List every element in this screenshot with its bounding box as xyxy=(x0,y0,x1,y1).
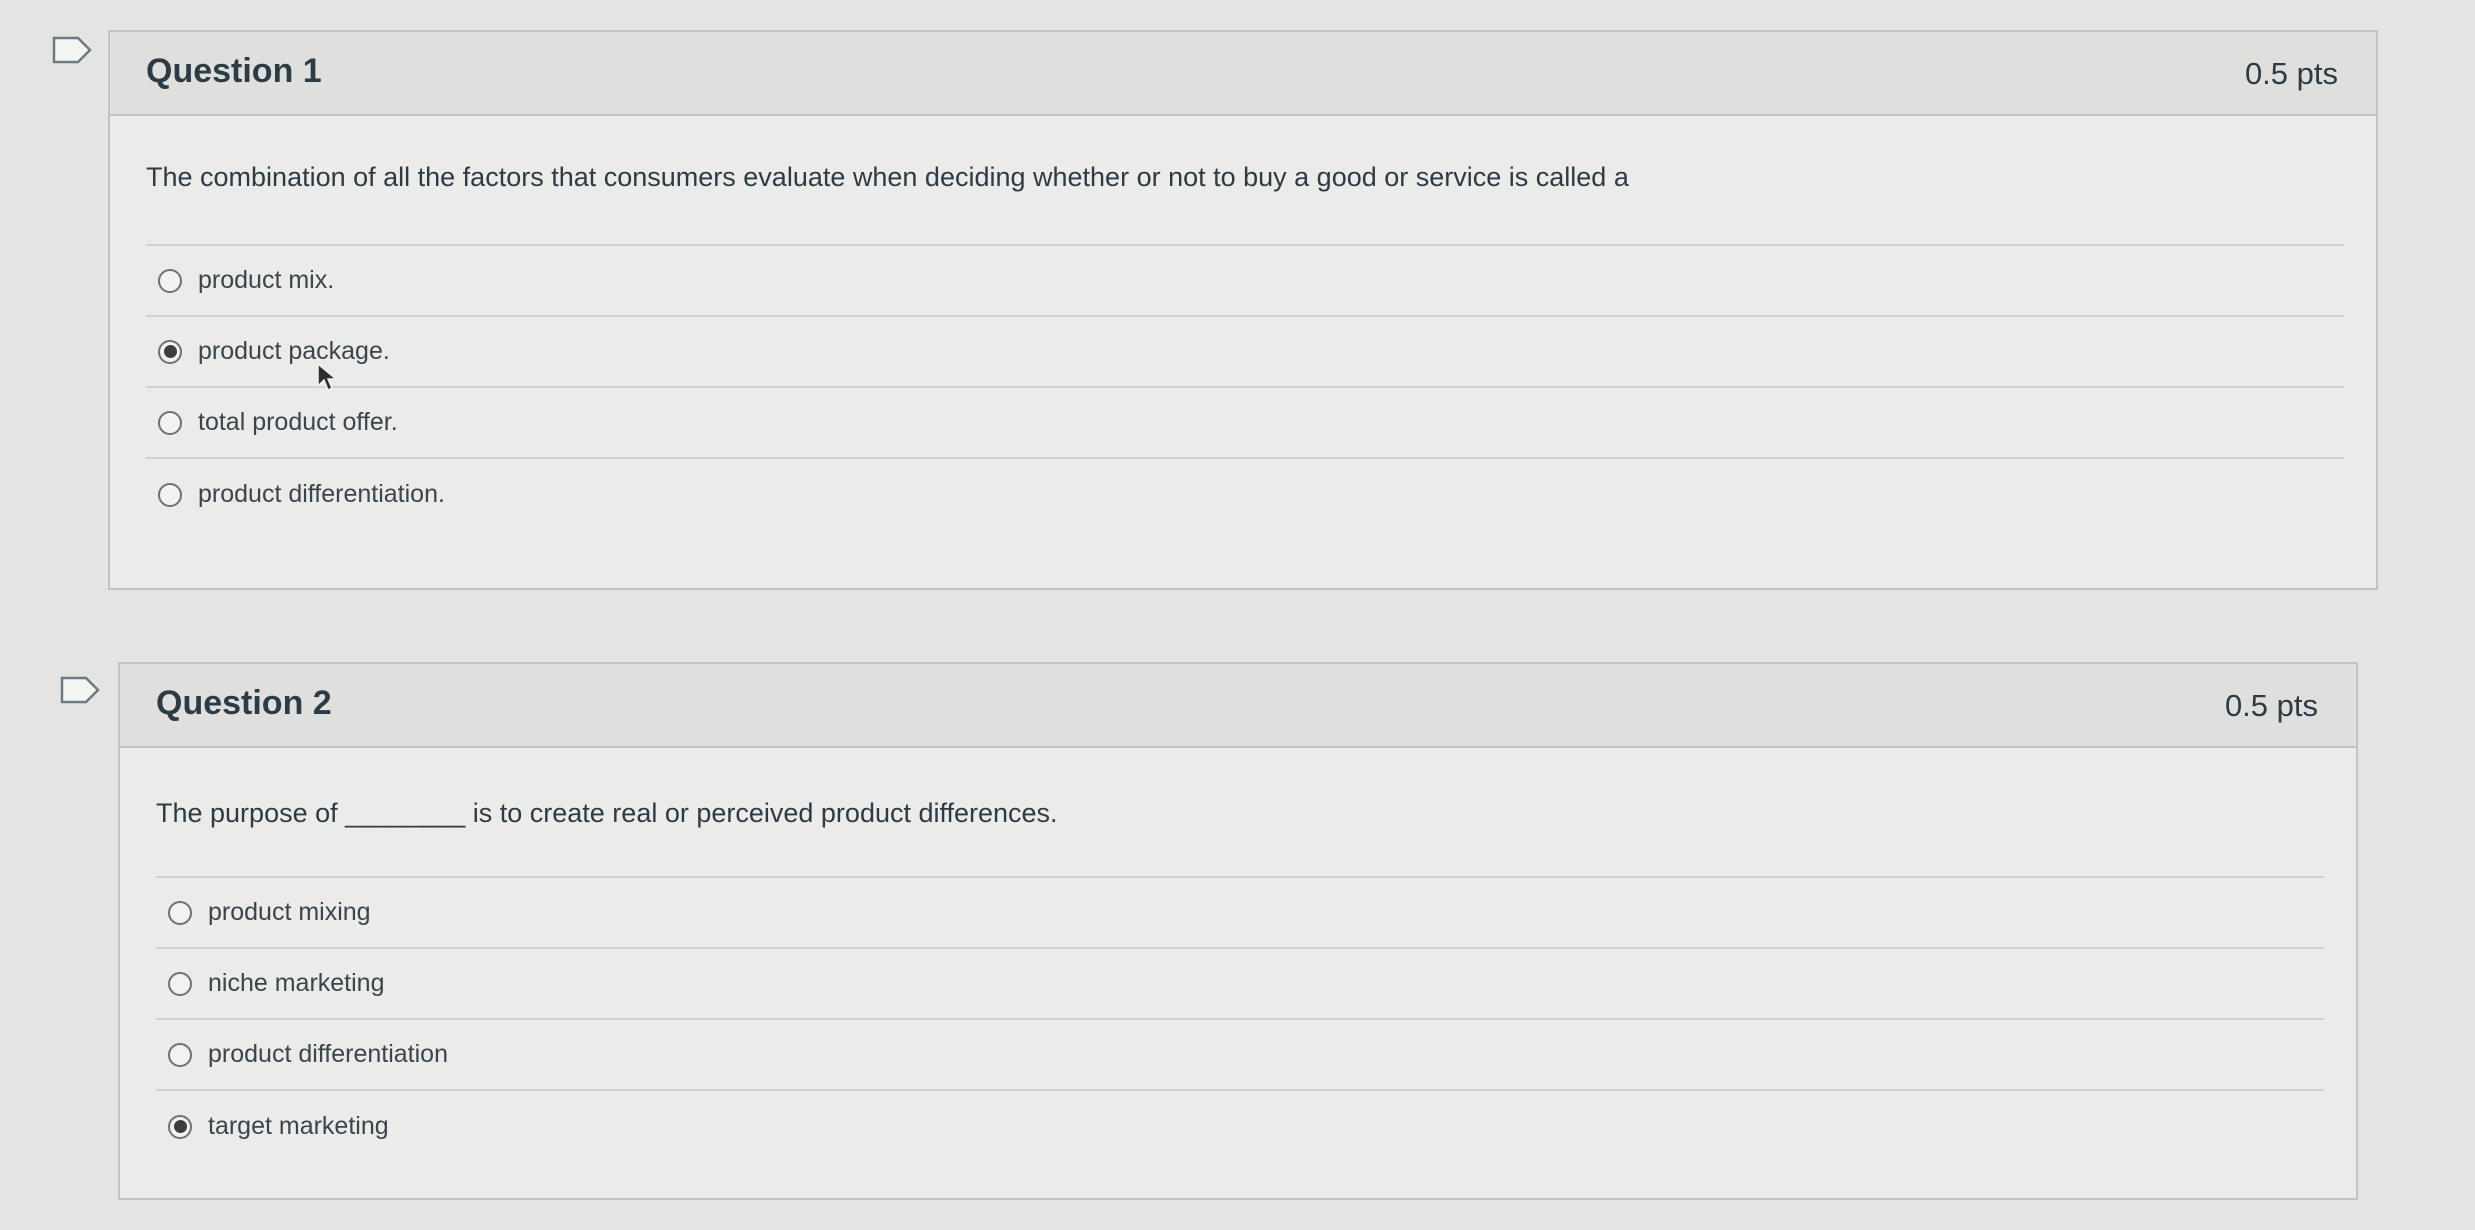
question-title: Question 2 xyxy=(156,684,332,722)
answer-option[interactable]: product mix. xyxy=(146,246,2344,317)
answer-option[interactable]: product package. xyxy=(146,317,2344,388)
radio-button[interactable] xyxy=(168,1042,192,1067)
answer-label: niche marketing xyxy=(208,969,385,997)
question-header: Question 1 0.5 pts xyxy=(110,32,2376,116)
radio-button[interactable] xyxy=(168,900,192,925)
answer-option[interactable]: target marketing xyxy=(156,1091,2324,1162)
radio-button-selected[interactable] xyxy=(168,1114,192,1139)
radio-button[interactable] xyxy=(168,971,192,996)
radio-button[interactable] xyxy=(158,482,182,507)
radio-button[interactable] xyxy=(158,410,182,435)
flag-question-icon[interactable] xyxy=(52,36,92,64)
answer-list: product mixing niche marketing product d… xyxy=(156,876,2324,1162)
answer-label: product mixing xyxy=(208,898,371,926)
answer-label: product mix. xyxy=(198,266,335,294)
quiz-page: Question 1 0.5 pts The combination of al… xyxy=(0,0,2475,1230)
mouse-pointer-icon xyxy=(316,362,339,392)
answer-list: product mix. product package. total prod… xyxy=(146,244,2344,530)
question-title: Question 1 xyxy=(146,52,322,90)
answer-option[interactable]: total product offer. xyxy=(146,388,2344,459)
question-header: Question 2 0.5 pts xyxy=(120,664,2356,748)
question-text: The purpose of ________ is to create rea… xyxy=(156,798,1058,828)
radio-button-selected[interactable] xyxy=(158,339,182,364)
answer-option[interactable]: niche marketing xyxy=(156,949,2324,1020)
answer-option[interactable]: product differentiation xyxy=(156,1020,2324,1091)
answer-option[interactable]: product differentiation. xyxy=(146,459,2344,530)
flag-question-icon[interactable] xyxy=(60,676,100,704)
answer-option[interactable]: product mixing xyxy=(156,878,2324,949)
answer-label: product differentiation. xyxy=(198,480,445,508)
answer-label: total product offer. xyxy=(198,408,398,436)
question-2: Question 2 0.5 pts The purpose of ______… xyxy=(118,662,2358,1200)
question-1: Question 1 0.5 pts The combination of al… xyxy=(108,30,2378,590)
answer-label: target marketing xyxy=(208,1112,389,1140)
question-text: The combination of all the factors that … xyxy=(146,162,1629,192)
question-points: 0.5 pts xyxy=(2244,56,2338,91)
question-points: 0.5 pts xyxy=(2224,688,2318,723)
radio-button[interactable] xyxy=(158,268,182,293)
answer-label: product differentiation xyxy=(208,1040,448,1068)
answer-label: product package. xyxy=(198,337,390,365)
